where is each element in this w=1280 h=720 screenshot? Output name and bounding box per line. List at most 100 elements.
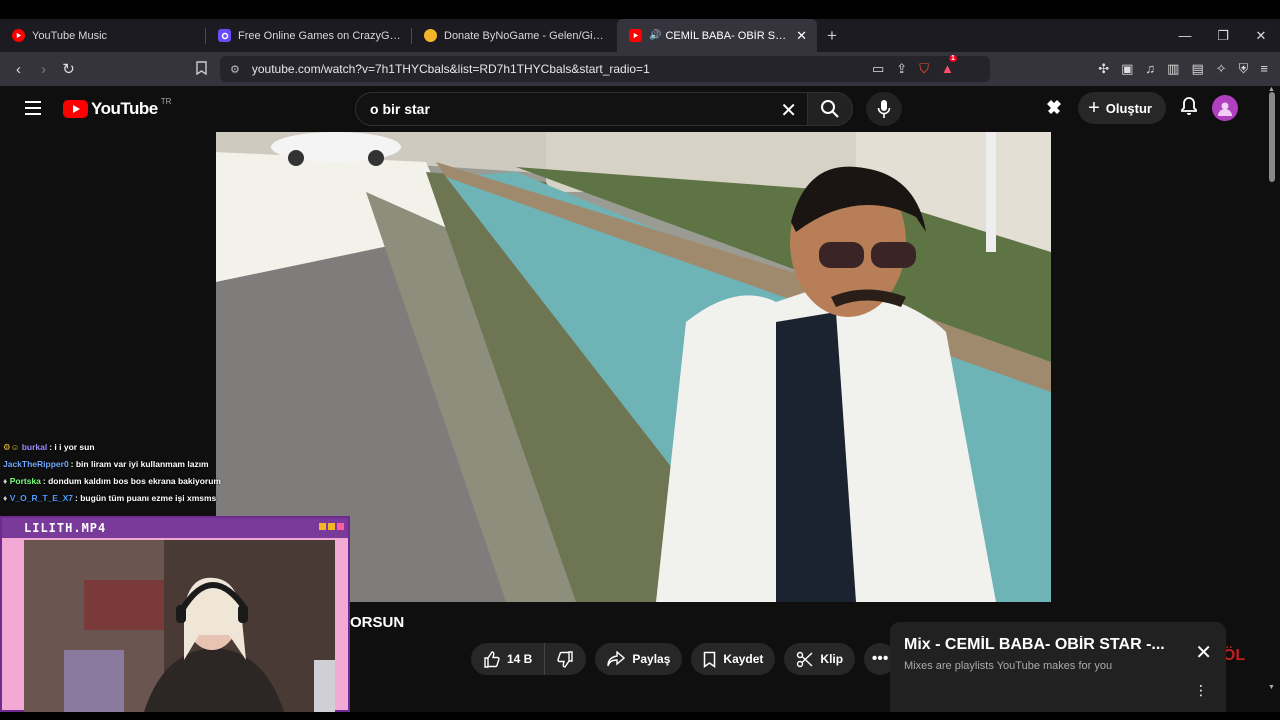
search-query: o bir star xyxy=(370,101,430,117)
create-label: Oluştur xyxy=(1105,100,1152,116)
stream-chat-overlay: ⚙☺ burkal: i i yor sun JackTheRipper0: b… xyxy=(3,439,233,507)
mix-playlist-panel: Mix - CEMİL BABA- OBİR STAR -... Mixes a… xyxy=(890,622,1226,720)
more-horizontal-icon: ••• xyxy=(871,650,889,667)
search-input[interactable]: o bir star ✕ xyxy=(355,92,807,126)
hamburger-menu-icon[interactable] xyxy=(25,101,41,115)
youtube-wordmark: YouTube xyxy=(91,99,158,118)
scrollbar-thumb[interactable] xyxy=(1269,92,1275,182)
webcam-title-bar: LILITH.MP4 xyxy=(2,518,348,538)
svg-text:ÖL: ÖL xyxy=(1223,645,1245,664)
wallet-icon[interactable]: ▣ xyxy=(1121,61,1133,77)
extension-icons: ▭ ⇪ ⛉ ▲ 1 xyxy=(872,55,957,77)
clear-search-icon[interactable]: ✕ xyxy=(780,98,797,123)
webcam-overlay: LILITH.MP4 xyxy=(0,516,350,712)
save-label: Kaydet xyxy=(723,652,764,666)
clip-button[interactable]: Klip xyxy=(784,643,856,675)
leo-ai-icon[interactable]: ✧ xyxy=(1216,61,1227,77)
brave-rewards-icon[interactable]: ▲ 1 xyxy=(941,55,957,77)
bookmark-save-icon xyxy=(703,651,716,668)
new-tab-button[interactable]: + xyxy=(817,26,847,46)
microphone-icon xyxy=(877,100,891,118)
music-icon[interactable]: ♫ xyxy=(1145,61,1155,77)
window-controls: — ❐ ✕ xyxy=(1166,19,1280,52)
plus-icon: + xyxy=(1088,96,1100,119)
youtube-logo[interactable]: YouTube TR xyxy=(63,97,171,119)
youtube-icon xyxy=(629,29,642,42)
chat-message: : dondum kaldım bos bos ekrana bakiyorum xyxy=(42,476,221,486)
sidebar-icon[interactable]: ▥ xyxy=(1167,61,1179,77)
tab-title: Free Online Games on CrazyGames | xyxy=(238,29,401,42)
tab-crazygames[interactable]: Free Online Games on CrazyGames | xyxy=(206,19,411,52)
youtube-play-icon xyxy=(63,100,88,118)
scroll-down-icon[interactable]: ▼ xyxy=(1268,684,1275,691)
share-button[interactable]: Paylaş xyxy=(595,643,683,675)
tab-title: Donate ByNoGame - Gelen/Giden Ba xyxy=(444,29,607,42)
chat-username: JackTheRipper0 xyxy=(3,459,69,469)
chat-badge-icon: ♦ xyxy=(3,493,8,503)
youtube-music-icon xyxy=(12,29,25,42)
create-button[interactable]: + Oluştur xyxy=(1078,92,1166,124)
cast-icon[interactable]: ▭ xyxy=(872,61,884,77)
webcam-title: LILITH.MP4 xyxy=(24,521,107,535)
quest-icon[interactable] xyxy=(1044,96,1064,121)
notifications-bell-icon[interactable] xyxy=(1180,96,1198,121)
brave-shield-icon[interactable]: ⛉ xyxy=(919,61,929,77)
chat-line: ♦ Portska: dondum kaldım bos bos ekrana … xyxy=(3,473,233,490)
tab-youtube-active[interactable]: 🔊 CEMİL BABA- OBİR STAR -CA ✕ xyxy=(617,19,817,52)
youtube-header: YouTube TR o bir star ✕ + Oluştur xyxy=(0,86,1264,132)
more-vertical-icon[interactable]: ⋮ xyxy=(1194,682,1208,699)
share-label: Paylaş xyxy=(632,652,671,666)
mix-title[interactable]: Mix - CEMİL BABA- OBİR STAR -... xyxy=(904,636,1212,654)
webcam-feed xyxy=(24,540,335,712)
close-window-icon[interactable]: ✕ xyxy=(1242,19,1280,52)
like-button[interactable]: 14 B xyxy=(471,643,545,675)
tab-title: CEMİL BABA- OBİR STAR -CA xyxy=(665,29,790,42)
video-title: ORSUN xyxy=(350,614,405,631)
share-icon[interactable]: ⇪ xyxy=(896,61,907,77)
forward-icon[interactable]: › xyxy=(31,61,56,78)
close-tab-icon[interactable]: ✕ xyxy=(796,28,807,44)
chat-username: burkal xyxy=(21,442,48,452)
chat-message: : bin liram var iyi kullanmam lazım xyxy=(70,459,209,469)
thumbs-down-icon xyxy=(557,650,574,668)
close-icon[interactable]: ✕ xyxy=(1195,640,1212,665)
speaker-icon[interactable]: 🔊 xyxy=(649,30,661,41)
chat-badge-icon: ♦ xyxy=(3,476,8,486)
tab-title: YouTube Music xyxy=(32,29,108,42)
save-button[interactable]: Kaydet xyxy=(691,643,776,675)
clip-label: Klip xyxy=(820,652,844,666)
tab-youtube-music[interactable]: YouTube Music xyxy=(0,19,205,52)
menu-icon[interactable]: ≡ xyxy=(1260,61,1268,77)
avatar[interactable] xyxy=(1212,95,1238,121)
voice-search-button[interactable] xyxy=(866,92,902,126)
mix-subtitle: Mixes are playlists YouTube makes for yo… xyxy=(904,660,1113,672)
header-right: + Oluştur xyxy=(1044,92,1238,124)
chat-line: ♦ V_O_R_T_E_X7: bugün tüm puanı ezme işi… xyxy=(3,490,233,507)
site-info-icon[interactable]: ⚙ xyxy=(230,63,240,76)
tab-bynogame[interactable]: Donate ByNoGame - Gelen/Giden Ba xyxy=(412,19,617,52)
reload-icon[interactable]: ↻ xyxy=(56,60,81,78)
dislike-button[interactable] xyxy=(544,643,587,675)
toolbar-icons: ✣ ▣ ♫ ▥ ▤ ✧ ⛨ ≡ xyxy=(1098,61,1268,77)
wallet2-icon[interactable]: ▤ xyxy=(1191,61,1203,77)
webcam-window-buttons xyxy=(319,523,344,530)
back-icon[interactable]: ‹ xyxy=(6,61,31,78)
crazygames-icon xyxy=(218,29,231,42)
browser-tab-bar: YouTube Music Free Online Games on Crazy… xyxy=(0,19,1280,52)
vpn-icon[interactable]: ⛨ xyxy=(1239,61,1249,77)
restore-icon[interactable]: ❐ xyxy=(1204,19,1242,52)
search-button[interactable] xyxy=(807,92,853,126)
share-arrow-icon xyxy=(607,651,626,667)
extensions-icon[interactable]: ✣ xyxy=(1098,61,1109,77)
video-actions: 14 B Paylaş Kaydet Klip ••• xyxy=(471,643,897,675)
top-black-strip xyxy=(0,0,1280,19)
rewards-badge: 1 xyxy=(948,55,957,62)
minimize-icon[interactable]: — xyxy=(1166,19,1204,52)
chat-message: : bugün tüm puanı ezme işi xmsms xyxy=(75,493,217,503)
search-icon xyxy=(821,100,839,118)
chat-username: Portska xyxy=(9,476,41,486)
page-scrollbar[interactable]: ▲ ▼ xyxy=(1264,86,1280,720)
like-count: 14 B xyxy=(507,652,533,666)
bookmark-icon[interactable] xyxy=(196,61,207,78)
chat-line: ⚙☺ burkal: i i yor sun xyxy=(3,439,233,456)
